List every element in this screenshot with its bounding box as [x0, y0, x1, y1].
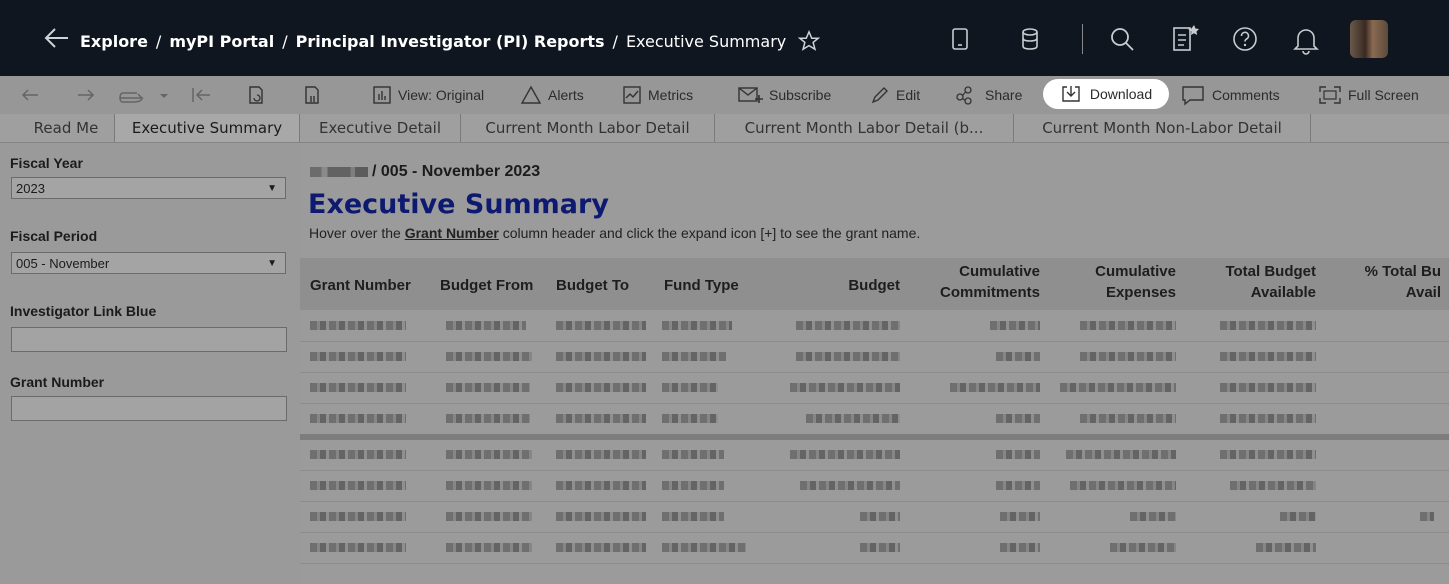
refresh-data-icon[interactable]	[246, 76, 266, 114]
metrics-label: Metrics	[648, 87, 694, 103]
table-body	[300, 311, 1449, 564]
hint-text-after: column header and click the expand icon …	[498, 225, 921, 241]
report-title: Executive Summary	[308, 189, 609, 220]
header-pct-total-budget-line1[interactable]: % Total Bu	[1330, 263, 1441, 280]
breadcrumb-pi-reports[interactable]: Principal Investigator (PI) Reports	[296, 32, 605, 51]
grant-number-input[interactable]	[11, 396, 287, 421]
report-hint: Hover over the Grant Number column heade…	[309, 225, 920, 241]
header-total-budget-available-line2[interactable]: Available	[1190, 284, 1316, 301]
redacted-investigator-name	[310, 167, 368, 177]
header-budget-to[interactable]: Budget To	[556, 277, 629, 294]
period-heading: / 005 - November 2023	[310, 163, 540, 181]
table-row[interactable]	[300, 404, 1449, 440]
comments-label: Comments	[1212, 87, 1280, 103]
fiscal-period-label: Fiscal Period	[10, 228, 98, 244]
investigator-link-blue-label: Investigator Link Blue	[10, 303, 157, 319]
revert-icon[interactable]	[118, 76, 168, 114]
sheet-tabs: Read Me Executive Summary Executive Deta…	[0, 114, 1449, 143]
breadcrumb: Explore / myPI Portal / Principal Invest…	[80, 30, 821, 52]
header-fund-type[interactable]: Fund Type	[664, 277, 739, 294]
tab-read-me[interactable]: Read Me	[18, 114, 115, 142]
table-row[interactable]	[300, 311, 1449, 342]
alerts-button[interactable]: Alerts	[520, 76, 584, 114]
tab-executive-summary[interactable]: Executive Summary	[115, 114, 300, 142]
favorite-star-icon[interactable]	[798, 30, 821, 52]
breadcrumb-current: Executive Summary	[625, 31, 787, 51]
edit-label: Edit	[896, 87, 921, 103]
header-cumulative-commitments-line2[interactable]: Commitments	[920, 284, 1040, 301]
fiscal-year-label: Fiscal Year	[10, 155, 83, 171]
subscribe-label: Subscribe	[769, 87, 832, 103]
header-total-budget-available-line1[interactable]: Total Budget	[1190, 263, 1316, 280]
fiscal-year-value: 2023	[16, 181, 45, 196]
breadcrumb-separator: /	[155, 31, 162, 51]
breadcrumb-explore[interactable]: Explore	[80, 32, 148, 51]
fiscal-period-dropdown[interactable]: 005 - November ▼	[11, 252, 286, 274]
fiscal-period-value: 005 - November	[16, 256, 110, 271]
breadcrumb-separator: /	[282, 31, 288, 51]
pause-updates-icon[interactable]	[302, 76, 322, 114]
header-budget-from[interactable]: Budget From	[440, 277, 533, 294]
header-pct-total-budget-line2[interactable]: Avail	[1330, 284, 1441, 301]
view-toolbar: View: Original Alerts Metrics Subscribe …	[0, 76, 1449, 114]
back-arrow-icon[interactable]	[44, 24, 70, 57]
table-row[interactable]	[300, 471, 1449, 502]
recents-favorites-icon[interactable]	[1170, 24, 1200, 59]
header-cumulative-expenses-line2[interactable]: Expenses	[1060, 284, 1176, 301]
top-navigation-bar: Explore / myPI Portal / Principal Invest…	[0, 0, 1449, 76]
table-header: Grant Number Budget From Budget To Fund …	[300, 258, 1449, 310]
tab-current-month-non-labor-detail[interactable]: Current Month Non-Labor Detail	[1014, 114, 1311, 142]
hint-grant-number-link: Grant Number	[404, 225, 499, 241]
redo-icon[interactable]	[76, 76, 96, 114]
table-row[interactable]	[300, 342, 1449, 373]
help-icon[interactable]	[1230, 24, 1260, 59]
tab-current-month-labor-detail-b[interactable]: Current Month Labor Detail (b...	[715, 114, 1014, 142]
header-budget[interactable]: Budget	[820, 277, 900, 294]
tab-executive-detail[interactable]: Executive Detail	[300, 114, 461, 142]
filter-panel: Fiscal Year 2023 ▼ Fiscal Period 005 - N…	[0, 143, 296, 584]
table-row[interactable]	[300, 533, 1449, 564]
table-row[interactable]	[300, 373, 1449, 404]
subscribe-button[interactable]: Subscribe	[737, 76, 831, 114]
breadcrumb-mypi-portal[interactable]: myPI Portal	[169, 32, 274, 51]
toolbar-divider	[1082, 24, 1083, 54]
comments-button[interactable]: Comments	[1180, 76, 1280, 114]
metrics-button[interactable]: Metrics	[622, 76, 693, 114]
full-screen-button[interactable]: Full Screen	[1318, 76, 1419, 114]
user-avatar[interactable]	[1350, 20, 1388, 58]
hint-text-before: Hover over the	[309, 225, 405, 241]
tab-current-month-labor-detail[interactable]: Current Month Labor Detail	[461, 114, 715, 142]
header-grant-number[interactable]: Grant Number	[310, 277, 411, 294]
download-button[interactable]: Download	[1043, 79, 1169, 109]
view-original-button[interactable]: View: Original	[372, 76, 484, 114]
header-cumulative-commitments-line1[interactable]: Cumulative	[920, 263, 1040, 280]
share-button[interactable]: Share	[955, 76, 1022, 114]
fiscal-year-dropdown[interactable]: 2023 ▼	[11, 177, 286, 199]
tablet-icon[interactable]	[950, 24, 970, 59]
period-heading-text: / 005 - November 2023	[372, 163, 541, 180]
report-area: / 005 - November 2023 Executive Summary …	[300, 143, 1449, 584]
alerts-label: Alerts	[548, 87, 584, 103]
download-icon	[1062, 86, 1080, 102]
grant-number-label: Grant Number	[10, 374, 105, 390]
table-row[interactable]	[300, 440, 1449, 471]
search-icon[interactable]	[1108, 24, 1136, 59]
download-label: Download	[1089, 86, 1153, 102]
notifications-bell-icon[interactable]	[1291, 24, 1321, 61]
share-label: Share	[985, 87, 1023, 103]
breadcrumb-separator: /	[612, 31, 618, 51]
header-cumulative-expenses-line1[interactable]: Cumulative	[1060, 263, 1176, 280]
edit-button[interactable]: Edit	[870, 76, 920, 114]
dropdown-arrow-icon: ▼	[267, 183, 277, 194]
view-original-label: View: Original	[398, 87, 485, 103]
data-source-icon[interactable]	[1020, 24, 1040, 59]
investigator-link-blue-input[interactable]	[11, 327, 287, 352]
reset-icon[interactable]	[190, 76, 212, 114]
full-screen-label: Full Screen	[1348, 87, 1419, 103]
dropdown-arrow-icon: ▼	[267, 258, 277, 269]
table-row[interactable]	[300, 502, 1449, 533]
undo-icon[interactable]	[20, 76, 40, 114]
